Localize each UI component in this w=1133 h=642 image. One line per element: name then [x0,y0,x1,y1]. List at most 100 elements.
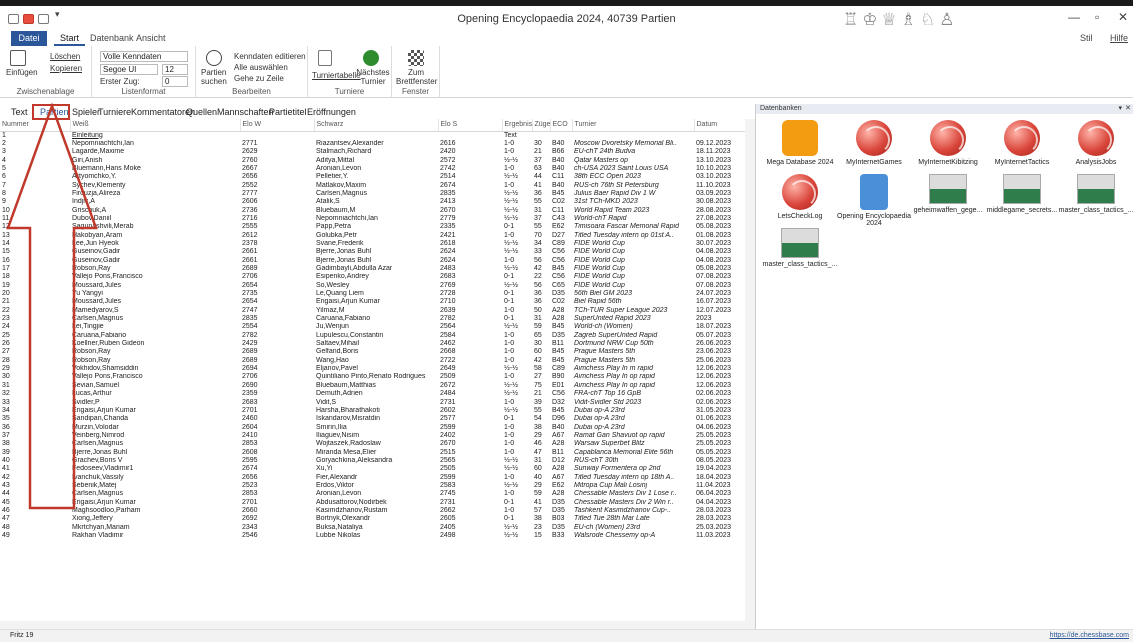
table-row[interactable]: 19 Moussard,Jules 2654 So,Wesley 2769 ½-½ 56 C6… [0,282,755,290]
column-header[interactable]: ECO [550,119,573,132]
table-row[interactable]: 9 Indjic,A 2606 Atalik,S 2413 ½-½ 55 C02 31st TC… [0,198,755,206]
delete-button[interactable]: Löschen [50,52,80,61]
table-row[interactable]: 4 Giri,Anish 2760 Aditya,Mittal 2572 ½-½ 37 B40… [0,157,755,165]
status-link[interactable]: https://de.chessbase.com [1050,630,1129,642]
column-header[interactable]: Turnier [572,119,695,132]
table-row[interactable]: 21 Moussard,Jules 2654 Erigaisi,Arjun Kumar… [0,298,755,306]
tab-file[interactable]: Datei [11,31,47,46]
table-row[interactable]: 31 Sevian,Samuel 2690 Bluebaum,Matthias 2672… [0,382,755,390]
table-row[interactable]: 23 Carlsen,Magnus 2835 Caruana,Fabiano 2782 0… [0,315,755,323]
tab-players[interactable]: Spieler [72,105,100,119]
table-row[interactable]: 49 Rakhan Vladimir 2546 Lubbe Nikolas 2498 ½-… [0,532,755,540]
vertical-scrollbar[interactable] [745,119,755,629]
goto-row-button[interactable]: Gehe zu Zeile [234,74,284,83]
table-row[interactable]: 30 Vallejo Pons,Francisco 2706 Quintiliano … [0,373,755,381]
database-item[interactable]: Mega Database 2024 [762,120,838,166]
table-row[interactable]: 45 Erigaisi,Arjun Kumar 2701 Abdusattorov,N… [0,499,755,507]
tab-start[interactable]: Start [54,31,86,46]
panel-close-icon[interactable]: ✕ [1125,104,1131,114]
table-row[interactable]: 35 Sandipan,Chanda 2460 Iskandarov,Misratdi… [0,415,755,423]
table-row[interactable]: 24 Lei,Tingjie 2554 Ju,Wenjun 2564 ½-½ 59 B45 Wo… [0,323,755,331]
database-item[interactable]: MyInternetGames [836,120,912,166]
table-row[interactable]: 14 Lee,Jun Hyeok 2378 Svane,Frederik 2618 ½-½… [0,240,755,248]
maximize-icon[interactable]: ▫ [1095,10,1099,24]
table-row[interactable]: 13 Hakobyan,Aram 2612 Golubka,Petr 2421 1-0 70… [0,232,755,240]
horizontal-scrollbar[interactable] [0,621,745,629]
table-row[interactable]: 28 Robson,Ray 2689 Wang,Hao 2722 1-0 42 B45 Prag… [0,357,755,365]
table-row[interactable]: 42 Ivanchuk,Vassily 2656 Fier,Alexandr 2599 1… [0,474,755,482]
select-all-button[interactable]: Alle auswählen [234,63,288,72]
board-window-button[interactable]: Zum Brettfenster [396,68,437,86]
tab-openings[interactable]: Eröffnungen [307,105,356,119]
table-row[interactable]: 8 Firouzja,Alireza 2777 Carlsen,Magnus 2835 ½… [0,190,755,198]
database-item[interactable]: AnalysisJobs [1058,120,1133,166]
table-row[interactable]: 20 Yu Yangyi 2735 Le,Quang Liem 2728 0-1 36 D35… [0,290,755,298]
database-item[interactable]: master_class_tactics_... [1058,174,1133,214]
tab-sources[interactable]: Quellen [186,105,217,119]
table-row[interactable]: 17 Robson,Ray 2689 Gadimbayli,Abdulla Azar 2… [0,265,755,273]
table-row[interactable]: 47 Xiong,Jeffery 2692 Bortnyk,Olexandr 2605 0… [0,515,755,523]
font-set-select[interactable]: Volle Kenndaten [100,51,188,62]
font-select[interactable]: Segoe UI [100,64,158,75]
table-row[interactable]: 25 Caruana,Fabiano 2782 Lupulescu,Constanti… [0,332,755,340]
table-row[interactable]: 34 Erigaisi,Arjun Kumar 2701 Harsha,Bharath… [0,407,755,415]
table-row[interactable]: 37 Veinberg,Nimrod 2410 Iliaguev,Nisim 2402 1… [0,432,755,440]
minimize-icon[interactable]: — [1068,10,1080,24]
search-games-icon[interactable] [206,50,222,66]
copy-button[interactable]: Kopieren [50,64,82,73]
table-row[interactable]: 11 Dubov,Daniil 2716 Nepomniachtchi,Ian 2779… [0,215,755,223]
column-header[interactable]: Elo S [438,119,503,132]
table-row[interactable]: 48 Mkrtchyan,Mariam 2343 Buksa,Nataliya 2405… [0,524,755,532]
table-row[interactable]: 5 Bluemann,Hans Moke 2667 Aronian,Levon 2742… [0,165,755,173]
database-item[interactable]: LetsCheckLog [762,174,838,220]
tournament-table-icon[interactable] [318,50,332,66]
table-row[interactable]: 40 Grachev,Boris V 2595 Goryachkina,Aleksan… [0,457,755,465]
next-tournament-icon[interactable] [363,50,379,66]
table-row[interactable]: 29 Vokhidov,Shamsiddin 2694 Eljanov,Pavel 26… [0,365,755,373]
edit-keys-button[interactable]: Kenndaten editieren [234,52,306,61]
database-item[interactable]: middlegame_secrets... [984,174,1060,214]
table-row[interactable]: 12 Sagunashvili,Merab 2555 Papp,Petra 2335 0-… [0,223,755,231]
search-games-button[interactable]: Partien suchen [201,68,229,86]
font-size-select[interactable]: 12 [162,64,188,75]
database-item[interactable]: MyInternetTactics [984,120,1060,166]
table-row[interactable]: 44 Carlsen,Magnus 2853 Aronian,Levon 2745 1-0… [0,490,755,498]
column-header[interactable]: Ergebnis [502,119,533,132]
database-item[interactable]: Opening Encyclopaedia 2024 [836,174,912,227]
tab-view[interactable]: Ansicht [130,31,172,46]
table-row[interactable]: 7 Sychev,Klementy 2552 Matlakov,Maxim 2674 1-… [0,182,755,190]
table-row[interactable]: 33 Svidler,P 2683 Vidit,S 2731 1-0 39 D32 Vidit-… [0,399,755,407]
tab-game-titles[interactable]: Partietitel [269,105,307,119]
tab-teams[interactable]: Mannschaften [217,105,274,119]
table-row[interactable]: 1 Einleitung Text [0,131,755,140]
table-row[interactable]: 39 Bjerre,Jonas Buhl 2608 Miranda Mesa,Elie… [0,449,755,457]
tournament-table-button[interactable]: Turniertabelle [312,71,361,80]
column-header[interactable]: Nummer [0,119,71,132]
table-row[interactable]: 32 Lucas,Arthur 2359 Demuth,Adrien 2484 ½-½ 21… [0,390,755,398]
table-row[interactable]: 41 Fedoseev,Vladimir1 2674 Xu,Yi 2505 ½-½ 60 A2… [0,465,755,473]
table-row[interactable]: 46 Maghsoodloo,Parham 2660 Kasimdzhanov,Rus… [0,507,755,515]
table-row[interactable]: 18 Vallejo Pons,Francisco 2706 Esipenko,And… [0,273,755,281]
panel-dropdown-icon[interactable]: ▾ [1118,104,1122,114]
first-move-input[interactable]: 0 [162,76,188,87]
database-item[interactable]: MyInternetKibitzing [910,120,986,166]
table-row[interactable]: 6 Artyomchko,Y. 2656 Pelletier,Y. 2514 ½-½ 44 C… [0,173,755,181]
column-header[interactable]: Weiß [70,119,241,132]
table-row[interactable]: 2 Nepomniachtchi,Ian 2771 Riazantsev,Alexan… [0,140,755,148]
board-window-icon[interactable] [408,50,424,66]
column-header[interactable]: Schwarz [314,119,439,132]
table-row[interactable]: 22 Mamedyarov,S 2747 Yilmaz,M 2639 1-0 50 A28 TC… [0,307,755,315]
database-item[interactable]: master_class_tactics_... [762,228,838,268]
column-header[interactable]: Elo W [240,119,315,132]
database-item[interactable]: geheimwaffen_gege... [910,174,986,214]
table-row[interactable]: 15 Guseinov,Gadir 2661 Bjerre,Jonas Buhl 262… [0,248,755,256]
column-header[interactable]: Züge [532,119,551,132]
table-row[interactable]: 38 Carlsen,Magnus 2853 Wojtaszek,Radoslaw 26… [0,440,755,448]
table-row[interactable]: 36 Murzin,Volodar 2604 Smirin,Ilia 2599 1-0 38… [0,424,755,432]
style-menu[interactable]: Stil [1074,31,1099,46]
table-row[interactable]: 3 Lagarde,Maxime 2629 Stalmach,Richard 2420 1… [0,148,755,156]
table-row[interactable]: 16 Guseinov,Gadir 2661 Bjerre,Jonas Buhl 262… [0,257,755,265]
close-icon[interactable]: ✕ [1118,10,1128,24]
next-tournament-button[interactable]: Nächstes Turnier [356,68,390,86]
table-row[interactable]: 26 Koellner,Ruben Gideon 2429 Saltaev,Mihai… [0,340,755,348]
